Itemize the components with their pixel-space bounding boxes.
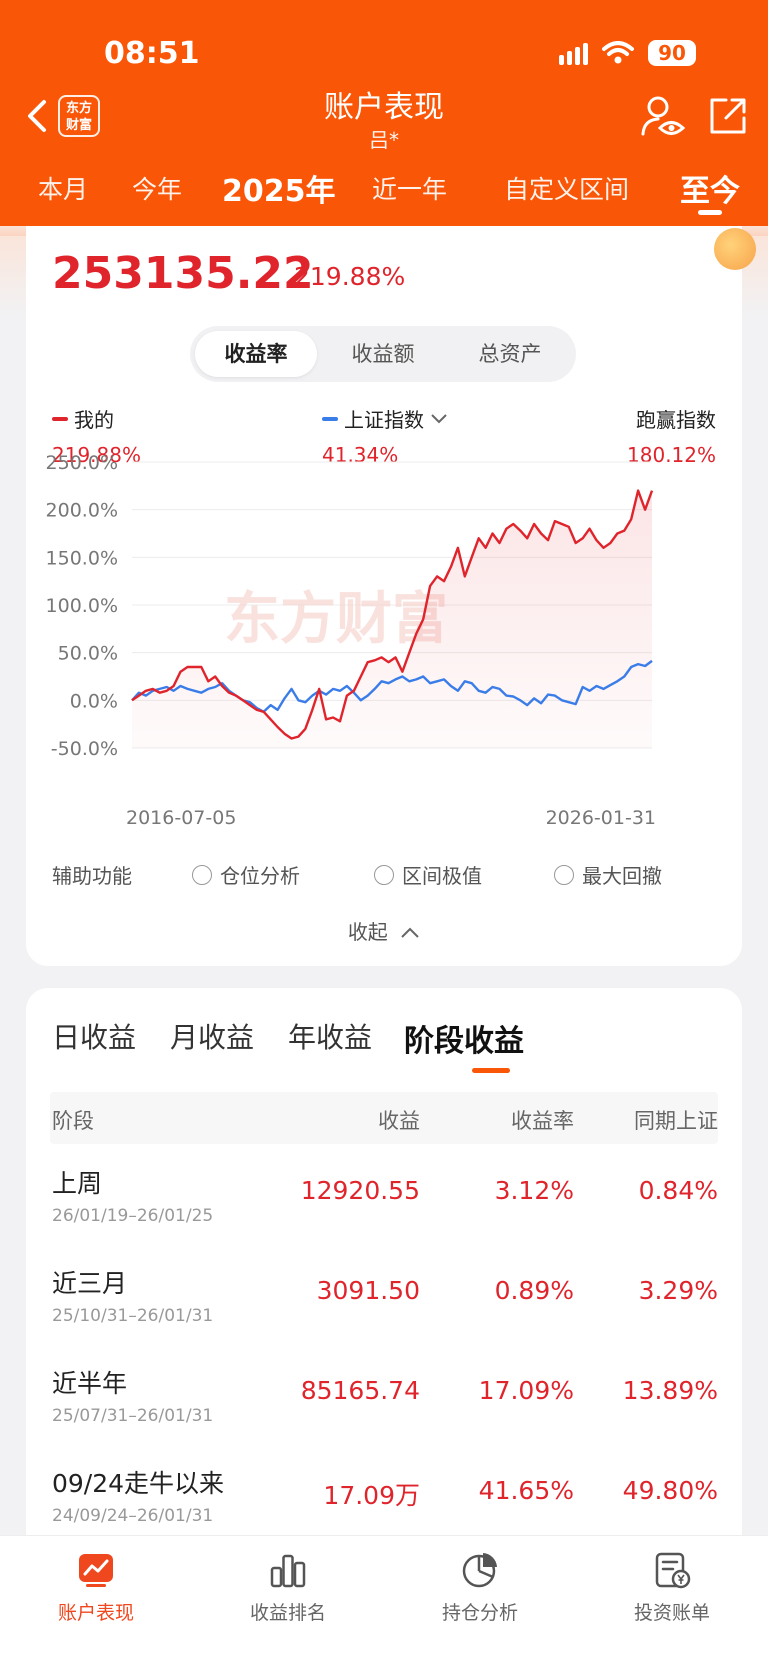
app-header: 08:51 90 东方 财富 账户表现 吕* 本月 今年 2025年 近一年 自…: [0, 0, 768, 236]
option-position-analysis-label: 仓位分析: [220, 864, 300, 888]
floating-mascot-icon[interactable]: [714, 228, 756, 270]
row-dates: 26/01/19–26/01/25: [52, 1206, 214, 1226]
tab-last-year[interactable]: 近一年: [372, 170, 447, 206]
collapse-label: 收起: [347, 920, 388, 944]
row-profit: 12920.55: [300, 1176, 420, 1205]
y-tick-label: 0.0%: [70, 690, 118, 712]
tab-this-year[interactable]: 今年: [132, 170, 182, 206]
y-tick-label: 50.0%: [58, 643, 118, 665]
column-rate: 收益率: [511, 1109, 574, 1133]
row-index: 13.89%: [622, 1376, 718, 1405]
status-time: 08:51: [104, 36, 200, 71]
tab-period-return[interactable]: 阶段收益: [404, 1016, 524, 1060]
row-dates: 24/09/24–26/01/31: [52, 1506, 214, 1526]
nav-label: 持仓分析: [441, 1602, 518, 1624]
wifi-icon: [602, 41, 634, 64]
active-tab-indicator: [472, 1068, 510, 1073]
row-profit: 3091.50: [316, 1276, 420, 1305]
row-index: 49.80%: [622, 1476, 718, 1505]
chevron-up-icon: [401, 927, 419, 938]
row-profit: 17.09万: [323, 1481, 420, 1510]
row-period-name: 近三月: [52, 1269, 128, 1298]
status-icons: 90: [559, 40, 696, 66]
row-rate: 3.12%: [494, 1176, 574, 1205]
row-period-name: 上周: [52, 1169, 103, 1198]
bottom-tab-bar: 账户表现 收益排名 持仓分析 投资账单: [0, 1535, 768, 1669]
bill-yen-icon: [655, 1552, 691, 1589]
tab-custom-range[interactable]: 自定义区间: [504, 170, 629, 206]
option-range-extremes-label: 区间极值: [402, 864, 482, 888]
table-header: 阶段 收益 收益率 同期上证: [50, 1092, 718, 1144]
option-max-drawdown-label: 最大回撤: [582, 864, 662, 888]
table-row[interactable]: 近半年 25/07/31–26/01/31 85165.74 17.09% 13…: [52, 1356, 718, 1456]
performance-card: 253135.22 219.88% 收益率 收益额 总资产 我的 219.88%…: [26, 226, 742, 966]
nav-label: 收益排名: [249, 1602, 326, 1624]
pie-chart-icon: [462, 1553, 497, 1588]
option-position-analysis[interactable]: 仓位分析: [192, 860, 300, 889]
nav-holding-analysis[interactable]: 持仓分析: [400, 1550, 560, 1625]
aux-label: 辅助功能: [52, 864, 132, 888]
row-dates: 25/07/31–26/01/31: [52, 1406, 214, 1426]
user-privacy-eye-icon[interactable]: [640, 94, 686, 140]
cellular-signal-icon: [559, 41, 588, 65]
y-tick-label: 250.0%: [46, 452, 118, 474]
return-line-chart[interactable]: 250.0%200.0%150.0%100.0%50.0%0.0%-50.0% …: [26, 226, 742, 826]
nav-return-ranking[interactable]: 收益排名: [208, 1550, 368, 1625]
x-end-label: 2026-01-31: [546, 807, 656, 826]
row-index: 0.84%: [638, 1176, 718, 1205]
row-rate: 41.65%: [478, 1476, 574, 1505]
row-period-name: 09/24走牛以来: [52, 1469, 225, 1498]
y-tick-label: 100.0%: [46, 595, 118, 617]
range-tabs: 本月 今年 2025年 近一年 自定义区间 至今: [0, 170, 768, 220]
tab-daily-return[interactable]: 日收益: [52, 1016, 136, 1056]
row-period-name: 近半年: [52, 1369, 128, 1398]
table-row[interactable]: 上周 26/01/19–26/01/25 12920.55 3.12% 0.84…: [52, 1156, 718, 1256]
nav-label: 账户表现: [57, 1602, 134, 1624]
radio-icon[interactable]: [374, 864, 394, 885]
radio-icon[interactable]: [554, 864, 574, 885]
tab-2025[interactable]: 2025年: [222, 166, 336, 210]
tab-monthly-return[interactable]: 月收益: [170, 1016, 254, 1056]
x-start-label: 2016-07-05: [126, 807, 236, 826]
column-period: 阶段: [52, 1109, 94, 1133]
row-profit: 85165.74: [300, 1376, 420, 1405]
row-rate: 0.89%: [494, 1276, 574, 1305]
row-index: 3.29%: [638, 1276, 718, 1305]
radio-icon[interactable]: [192, 864, 212, 885]
row-rate: 17.09%: [478, 1376, 574, 1405]
nav-investment-bill[interactable]: 投资账单: [592, 1550, 752, 1625]
y-tick-label: 200.0%: [46, 500, 118, 522]
returns-tabs: 日收益 月收益 年收益 阶段收益: [52, 1016, 702, 1076]
y-tick-label: -50.0%: [51, 738, 118, 760]
battery-indicator: 90: [648, 40, 696, 66]
chart-screen-icon: [79, 1554, 113, 1587]
tab-yearly-return[interactable]: 年收益: [288, 1016, 372, 1056]
nav-label: 投资账单: [633, 1602, 710, 1624]
share-icon[interactable]: [706, 94, 750, 138]
y-tick-label: 150.0%: [46, 547, 118, 569]
table-row[interactable]: 近三月 25/10/31–26/01/31 3091.50 0.89% 3.29…: [52, 1256, 718, 1356]
active-range-indicator: [698, 210, 722, 215]
option-range-extremes[interactable]: 区间极值: [374, 860, 482, 889]
row-dates: 25/10/31–26/01/31: [52, 1306, 214, 1326]
returns-card: 日收益 月收益 年收益 阶段收益 阶段 收益 收益率 同期上证 上周 26/01…: [26, 988, 742, 1588]
nav-account-performance[interactable]: 账户表现: [16, 1550, 176, 1625]
bar-ranking-icon: [270, 1554, 306, 1588]
collapse-button[interactable]: 收起: [26, 916, 742, 945]
option-max-drawdown[interactable]: 最大回撤: [554, 860, 662, 889]
column-index: 同期上证: [634, 1109, 718, 1133]
column-profit: 收益: [378, 1109, 420, 1133]
tab-this-month[interactable]: 本月: [38, 170, 88, 206]
tab-since-inception[interactable]: 至今: [680, 166, 740, 210]
